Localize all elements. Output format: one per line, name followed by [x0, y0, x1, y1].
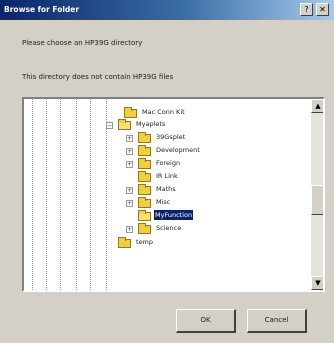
expand-toggle[interactable]: + — [126, 161, 133, 168]
tree-scrollbar[interactable]: ▲ ▼ — [311, 99, 323, 290]
expand-toggle[interactable]: + — [126, 148, 133, 155]
folder-icon — [138, 132, 151, 143]
folder-icon — [138, 145, 151, 156]
folder-open-icon — [138, 210, 151, 221]
folder-icon — [118, 237, 131, 248]
tree-guide-line — [46, 99, 47, 290]
folder-icon — [138, 158, 151, 169]
folder-icon — [124, 107, 137, 118]
folder-tree[interactable]: Mac Conn Kit − Myaplets + 39Gsplet + Dev… — [22, 97, 325, 292]
directory-status: This directory does not contain HP39G fi… — [22, 73, 174, 81]
expand-toggle[interactable]: + — [126, 226, 133, 233]
folder-icon — [138, 184, 151, 195]
tree-item-label: Foreign — [156, 159, 181, 167]
tree-guide-line — [60, 99, 61, 290]
close-button[interactable]: ✕ — [316, 3, 329, 16]
dialog-prompt: Please choose an HP39G directory — [22, 39, 143, 47]
expand-toggle[interactable]: + — [126, 200, 133, 207]
tree-item-label: Development — [156, 146, 200, 154]
scroll-down-button[interactable]: ▼ — [311, 276, 323, 290]
expand-toggle[interactable]: + — [126, 135, 133, 142]
tree-guide-line — [76, 99, 77, 290]
tree-item-label-selected: MyFunction — [154, 210, 194, 220]
collapse-toggle[interactable]: − — [106, 122, 113, 129]
tree-guide-line — [90, 99, 91, 290]
dialog-title: Browse for Folder — [4, 5, 80, 14]
folder-open-icon — [118, 119, 131, 130]
cancel-button[interactable]: Cancel — [247, 309, 307, 333]
scroll-up-button[interactable]: ▲ — [311, 99, 323, 113]
folder-icon — [138, 171, 151, 182]
tree-item-label: Myaplets — [136, 120, 166, 128]
scroll-thumb[interactable] — [311, 185, 323, 215]
title-bar: Browse for Folder ? ✕ — [0, 0, 334, 20]
tree-item-label: Maths — [156, 185, 176, 193]
help-button[interactable]: ? — [300, 3, 313, 16]
expand-toggle[interactable]: + — [126, 187, 133, 194]
tree-item-label: Science — [156, 224, 182, 232]
tree-item-label: Mac Conn Kit — [142, 108, 185, 116]
folder-icon — [138, 197, 151, 208]
tree-guide-line — [32, 99, 33, 290]
tree-item-label: Misc — [156, 198, 171, 206]
tree-item-label: 39Gsplet — [156, 133, 186, 141]
tree-item-label: temp — [136, 238, 154, 246]
folder-icon — [138, 223, 151, 234]
ok-button[interactable]: OK — [176, 309, 236, 333]
tree-item-label: IR Link — [156, 172, 178, 180]
